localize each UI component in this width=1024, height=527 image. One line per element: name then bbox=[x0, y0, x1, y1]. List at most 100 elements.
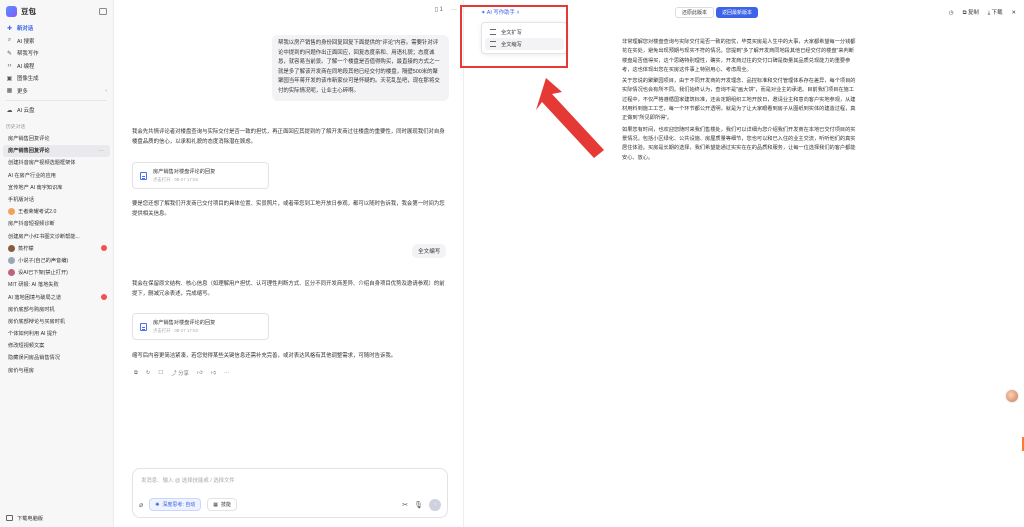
more-options-icon[interactable]: ··· bbox=[224, 370, 229, 376]
agent-avatar bbox=[8, 269, 15, 277]
conversation-item[interactable]: 设AI已下架(禁止打开) bbox=[0, 267, 113, 279]
conversation-title: 房价底部与购房时机 bbox=[8, 306, 55, 313]
conversation-item[interactable]: 房价与租房 bbox=[0, 364, 113, 376]
document-count-icon[interactable]: ▯ 1 bbox=[435, 6, 443, 13]
unread-badge bbox=[101, 294, 107, 301]
close-icon[interactable]: ✕ bbox=[1011, 10, 1016, 16]
conversation-title: 房价底部辩论与买房时机 bbox=[8, 318, 66, 325]
sidebar-item-cloud[interactable]: ☁ AI 云盘 bbox=[0, 104, 113, 117]
conversation-title: 隐藏误问房品销售情况 bbox=[8, 355, 60, 362]
conversation-item[interactable]: 小说子(自己的声音编) bbox=[0, 254, 113, 266]
composer-input[interactable]: 发消息、输入 @ 选择技能或 / 选择文件 bbox=[141, 476, 235, 484]
monitor-icon bbox=[6, 515, 13, 521]
conversation-item[interactable]: 修改短视频文案 bbox=[0, 340, 113, 352]
restore-version-button[interactable]: 还原此版本 bbox=[675, 7, 715, 18]
scissors-icon[interactable]: ✂ bbox=[402, 501, 408, 509]
document-paragraph: 非常理解您对楼盘查询与实际交付是否一致的担忧，毕竟买房是人生中的大事，大家都希望… bbox=[622, 39, 856, 73]
skill-button[interactable]: ▦ 技能 bbox=[207, 498, 237, 511]
send-button[interactable]: ↑ bbox=[429, 498, 441, 511]
message-composer[interactable]: 发消息、输入 @ 选择技能或 / 选择文件 ⌀ ✺ 深度思考: 自动 ▦ 技能 ✂ … bbox=[132, 468, 448, 518]
attach-icon[interactable]: ⌀ bbox=[139, 501, 143, 509]
microphone-icon[interactable]: 🎙︎ bbox=[414, 501, 423, 509]
chat-panel: ▯ 1 ··· 帮我以房产销售的身份回复回复下面提供的"评论"内容。需要针对评论… bbox=[115, 0, 463, 527]
deep-thinking-label: 深度思考: 自动 bbox=[162, 502, 196, 508]
conversation-item[interactable]: 王者荣耀考试2.0 bbox=[0, 206, 113, 218]
user-message-chip: 全文编写 bbox=[412, 244, 447, 258]
document-body: 非常理解您对楼盘查询与实际交付是否一致的担忧，毕竟买房是人生中的大事，大家都希望… bbox=[622, 38, 859, 165]
new-chat-icon: ✚ bbox=[6, 25, 13, 32]
sidebar-item-ai-search[interactable]: ⌕ AI 搜索 bbox=[0, 35, 113, 48]
sidebar-item-coding[interactable]: ‹› AI 编程 bbox=[0, 60, 113, 73]
collapse-sidebar-icon[interactable] bbox=[99, 7, 107, 15]
conversation-title: 王者荣耀考试2.0 bbox=[18, 209, 57, 216]
sidebar-item-writing[interactable]: ✎ 帮我写作 bbox=[0, 47, 113, 60]
copy-icon[interactable]: ⧉ bbox=[134, 370, 138, 377]
sidebar-item-label: AI 编程 bbox=[17, 63, 35, 70]
conversation-item[interactable]: 宣传地产 AI 南宇知识库 bbox=[0, 181, 113, 193]
document-card-title: 房产销售对楼盘评论的回复 bbox=[153, 169, 216, 176]
assistant-message: 缩写后内容更简洁紧凑，若您觉得某些关键信息还需补充完善，或对表达风格有其他调整需… bbox=[132, 353, 397, 359]
conversation-item[interactable]: 创建房产小红书图文诊断帮能... bbox=[0, 230, 113, 242]
copy-button[interactable]: ⧉ 复制 bbox=[963, 8, 979, 17]
more-options-icon[interactable]: ··· bbox=[451, 7, 457, 13]
conversation-item[interactable]: AI 落地困境与破局之道 bbox=[0, 291, 113, 303]
user-message-text: 帮我以房产销售的身份回复回复下面提供的"评论"内容。需要针对评论中提到的问题作出… bbox=[278, 40, 440, 94]
conversation-item[interactable]: AI 在房产行业的应用 bbox=[0, 169, 113, 181]
download-label: 下载 bbox=[991, 10, 1003, 16]
conversation-title: 房产销售回复评论 bbox=[8, 148, 50, 155]
more-options-icon[interactable]: ··· bbox=[98, 148, 104, 154]
conversation-item[interactable]: 手机版对话 bbox=[0, 193, 113, 205]
document-count: 1 bbox=[439, 7, 443, 13]
conversation-item[interactable]: 房产销售回复评论 bbox=[0, 133, 113, 145]
conversation-item[interactable]: 房产抖音短视频诊断 bbox=[0, 218, 113, 230]
assistant-avatar-float[interactable] bbox=[1005, 389, 1019, 403]
conversation-item-active[interactable]: 房产销售回复评论 ··· bbox=[3, 144, 110, 157]
pen-icon: ✎ bbox=[6, 50, 13, 57]
refresh-icon[interactable]: ↻ bbox=[146, 370, 151, 376]
conversation-item[interactable]: 房价底部辩论与买房时机 bbox=[0, 315, 113, 327]
unread-badge bbox=[101, 245, 107, 252]
conversation-item[interactable]: 蒸柠檬 bbox=[0, 242, 113, 254]
document-card[interactable]: 房产销售对楼盘评论的回复 点击打开 · 08-27 17:03 bbox=[132, 313, 269, 340]
conversation-title: 房产抖音短视频诊断 bbox=[8, 221, 55, 228]
thumbs-down-icon[interactable]: 👎︎ bbox=[211, 370, 216, 376]
conversation-title: 手机版对话 bbox=[8, 197, 34, 204]
history-section-label: 历史对话 bbox=[6, 124, 26, 130]
conversation-item[interactable]: 个体如何利用 AI 提升 bbox=[0, 328, 113, 340]
grid-icon: ▦ bbox=[6, 88, 13, 95]
conversation-title: 房价与租房 bbox=[8, 367, 34, 374]
document-card[interactable]: 房产销售对楼盘评论的回复 点击打开 · 08-27 17:03 bbox=[132, 162, 269, 189]
share-button[interactable]: ⤴ 分享 bbox=[171, 369, 189, 377]
download-button[interactable]: ⤓ 下载 bbox=[988, 8, 1003, 17]
sidebar-header: 豆包 bbox=[0, 0, 113, 22]
conversation-item[interactable]: 创建抖音房产视频选题框架体 bbox=[0, 157, 113, 169]
user-message: 帮我以房产销售的身份回复回复下面提供的"评论"内容。需要针对评论中提到的问题作出… bbox=[272, 35, 449, 101]
document-tools: ◷ ⧉ 复制 ⤓ 下载 ✕ bbox=[949, 8, 1016, 17]
agent-avatar bbox=[8, 244, 15, 252]
document-paragraph: 关于您说的聚聚园项目，由于不同开发商的开发理念、品控标准和交付管理体系存在差异，… bbox=[622, 78, 856, 122]
latest-version-button[interactable]: 返回最新版本 bbox=[716, 7, 759, 18]
conversation-item[interactable]: 房价底部与购房时机 bbox=[0, 303, 113, 315]
document-icon bbox=[140, 322, 147, 331]
sidebar-item-image[interactable]: ▣ 图像生成 bbox=[0, 72, 113, 85]
sidebar-divider bbox=[6, 100, 107, 101]
save-icon[interactable]: ☐ bbox=[158, 370, 163, 376]
thumbs-up-icon[interactable]: 👍︎ bbox=[197, 370, 203, 376]
deep-thinking-toggle[interactable]: ✺ 深度思考: 自动 bbox=[149, 498, 202, 511]
sidebar: 豆包 ✚ 新对话 ⌕ AI 搜索 ✎ 帮我写作 ‹› AI 编程 ▣ 图像生成 … bbox=[0, 0, 114, 527]
history-icon[interactable]: ◷ bbox=[949, 10, 954, 16]
document-card-meta: 点击打开 · 08-27 17:03 bbox=[153, 327, 198, 333]
sidebar-item-label: AI 云盘 bbox=[17, 108, 35, 115]
sidebar-item-more[interactable]: ▦ 更多 › bbox=[0, 85, 113, 98]
conversation-item[interactable]: MIT 研报: AI 落地失败 bbox=[0, 279, 113, 291]
download-desktop-button[interactable]: 下载电脑版 bbox=[0, 509, 113, 527]
conversation-item[interactable]: 隐藏误问房品销售情况 bbox=[0, 352, 113, 364]
document-card-meta: 点击打开 · 08-27 17:03 bbox=[153, 176, 198, 182]
sidebar-item-new-chat[interactable]: ✚ 新对话 bbox=[0, 22, 113, 35]
share-label: 分享 bbox=[178, 371, 189, 377]
conversation-title: 宣传地产 AI 南宇知识库 bbox=[8, 184, 63, 191]
chevron-right-icon: › bbox=[105, 87, 107, 94]
app-logo bbox=[6, 5, 17, 17]
image-icon: ▣ bbox=[6, 75, 13, 82]
skill-icon: ▦ bbox=[213, 501, 218, 508]
